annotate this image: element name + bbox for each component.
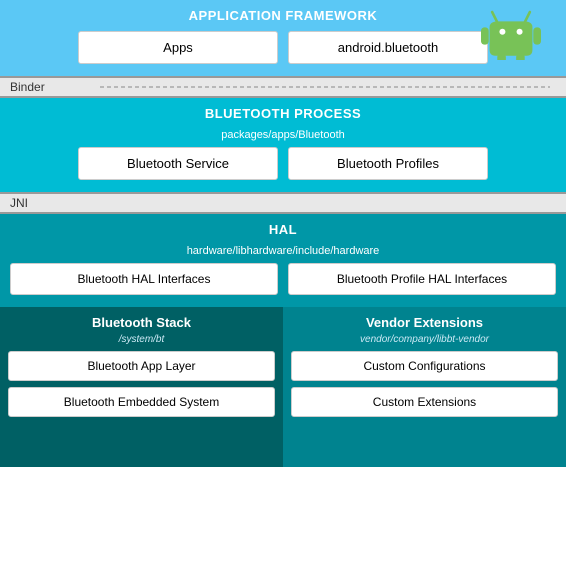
vendor-col: Vendor Extensions vendor/company/libbt-v… [283, 307, 566, 467]
bt-process-section: BLUETOOTH PROCESS packages/apps/Bluetoot… [0, 98, 566, 192]
bt-stack-title: Bluetooth Stack [8, 315, 275, 330]
app-framework-title: APPLICATION FRAMEWORK [10, 8, 556, 23]
hal-subtitle: hardware/libhardware/include/hardware [10, 245, 556, 257]
hal-title: HAL [10, 222, 556, 237]
custom-configurations-box: Custom Configurations [291, 351, 558, 381]
custom-extensions-box: Custom Extensions [291, 387, 558, 417]
bt-process-title: BLUETOOTH PROCESS [10, 106, 556, 121]
bt-stack-col: Bluetooth Stack /system/bt Bluetooth App… [0, 307, 283, 467]
bt-profile-hal-box: Bluetooth Profile HAL Interfaces [288, 263, 556, 295]
binder-text: Binder [10, 80, 45, 94]
bottom-section: Bluetooth Stack /system/bt Bluetooth App… [0, 307, 566, 467]
app-framework-boxes: Apps android.bluetooth [10, 31, 556, 64]
main-container: APPLICATION FRAMEWORK Apps android.bluet… [0, 0, 566, 578]
apps-box: Apps [78, 31, 278, 64]
jni-text: JNI [10, 196, 28, 210]
android-bluetooth-box: android.bluetooth [288, 31, 488, 64]
bt-profiles-box: Bluetooth Profiles [288, 147, 488, 180]
jni-label: JNI [0, 192, 566, 214]
vendor-subtitle: vendor/company/libbt-vendor [291, 334, 558, 345]
bt-stack-subtitle: /system/bt [8, 334, 275, 345]
hal-section: HAL hardware/libhardware/include/hardwar… [0, 214, 566, 307]
bt-hal-interfaces-box: Bluetooth HAL Interfaces [10, 263, 278, 295]
android-logo [476, 0, 546, 60]
binder-label: Binder [0, 76, 566, 98]
binder-arrows [0, 78, 566, 96]
bt-embedded-system-box: Bluetooth Embedded System [8, 387, 275, 417]
hal-boxes: Bluetooth HAL Interfaces Bluetooth Profi… [10, 263, 556, 295]
bt-process-boxes: Bluetooth Service Bluetooth Profiles [10, 147, 556, 180]
bt-service-box: Bluetooth Service [78, 147, 278, 180]
bt-app-layer-box: Bluetooth App Layer [8, 351, 275, 381]
vendor-title: Vendor Extensions [291, 315, 558, 330]
bt-process-subtitle: packages/apps/Bluetooth [10, 129, 556, 141]
